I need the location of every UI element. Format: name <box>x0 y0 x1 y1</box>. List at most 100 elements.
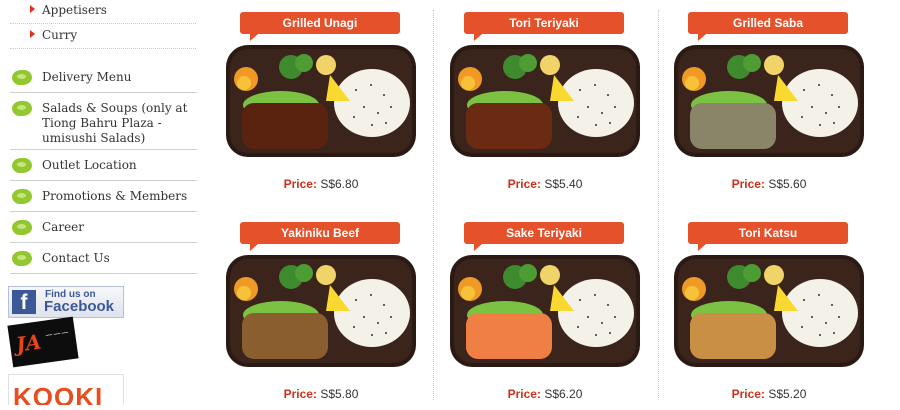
tamago-centre <box>685 286 699 300</box>
broccoli <box>295 54 313 72</box>
tamago-centre <box>461 286 475 300</box>
rice <box>782 69 858 137</box>
price-row: Price: S$6.80 <box>226 177 416 191</box>
leaf-icon <box>12 158 32 173</box>
price-label: Price: <box>507 387 541 401</box>
price-row: Price: S$6.20 <box>450 387 640 401</box>
bento-photo[interactable] <box>226 45 416 157</box>
kooki-logo-text: KOOKI <box>13 382 103 405</box>
ja-logo-link[interactable]: JA ーーー <box>7 316 79 368</box>
main-protein <box>690 103 776 149</box>
main-protein <box>242 103 328 149</box>
sidebar-item-promotions-members[interactable]: Promotions & Members <box>10 181 197 212</box>
sidebar-item-delivery-menu[interactable]: Delivery Menu <box>10 62 197 93</box>
corn-salad <box>540 55 560 75</box>
price-row: Price: S$5.80 <box>226 387 416 401</box>
main-protein <box>242 313 328 359</box>
sidebar-item-label: Delivery Menu <box>42 70 132 84</box>
price-label: Price: <box>731 387 765 401</box>
kooki-logo-part: KOOKI <box>13 382 104 405</box>
sidebar-item-label: Promotions & Members <box>42 189 188 203</box>
bento-photo[interactable] <box>450 255 640 367</box>
corn-salad <box>764 265 784 285</box>
rice <box>782 279 858 347</box>
column-divider <box>658 10 659 400</box>
price-label: Price: <box>283 177 317 191</box>
sidebar-item-career[interactable]: Career <box>10 212 197 243</box>
sidebar-subitem-appetisers[interactable]: Appetisers <box>10 0 196 24</box>
arrow-bullet-icon <box>30 30 35 38</box>
product-card[interactable]: Grilled Unagi Price: S$6.80 <box>226 0 416 200</box>
broccoli <box>519 264 537 282</box>
broccoli <box>743 54 761 72</box>
price-row: Price: S$5.40 <box>450 177 640 191</box>
price-row: Price: S$5.60 <box>674 177 864 191</box>
tamago-centre <box>461 76 475 90</box>
rice <box>558 279 634 347</box>
price-label: Price: <box>283 387 317 401</box>
product-name-tag: Yakiniku Beef <box>240 222 400 251</box>
product-card[interactable]: Yakiniku Beef Price: S$5.80 <box>226 210 416 410</box>
corn-salad <box>764 55 784 75</box>
bento-photo[interactable] <box>674 255 864 367</box>
facebook-icon: f <box>12 290 36 314</box>
rice <box>334 69 410 137</box>
price-value: S$6.20 <box>544 387 583 401</box>
leaf-icon <box>12 220 32 235</box>
tamago-centre <box>685 76 699 90</box>
bento-photo[interactable] <box>226 255 416 367</box>
leaf-icon <box>12 189 32 204</box>
sidebar-subitem-label: Curry <box>42 28 78 42</box>
sidebar-item-label: Contact Us <box>42 251 110 265</box>
price-label: Price: <box>507 177 541 191</box>
kooki-logo-link[interactable]: KOOKI <box>8 374 124 405</box>
product-name-tag: Tori Katsu <box>688 222 848 251</box>
price-value: S$5.80 <box>320 387 359 401</box>
arrow-bullet-icon <box>30 5 35 13</box>
sidebar-subitem-curry[interactable]: Curry <box>10 24 196 49</box>
sidebar: Appetisers Curry Delivery Menu Salads & … <box>0 0 205 405</box>
price-value: S$6.80 <box>320 177 359 191</box>
product-name-tag: Tori Teriyaki <box>464 12 624 41</box>
sidebar-item-outlet-location[interactable]: Outlet Location <box>10 150 197 181</box>
leaf-icon <box>12 101 32 116</box>
column-divider <box>433 10 434 400</box>
bento-photo[interactable] <box>674 45 864 157</box>
product-name-tag: Grilled Saba <box>688 12 848 41</box>
product-card[interactable]: Tori Teriyaki Price: S$5.40 <box>450 0 640 200</box>
price-value: S$5.40 <box>544 177 583 191</box>
leaf-icon <box>12 70 32 85</box>
ja-logo-text: JA <box>14 329 43 357</box>
product-name-tag: Sake Teriyaki <box>464 222 624 251</box>
sidebar-item-label: Outlet Location <box>42 158 137 172</box>
broccoli <box>295 264 313 282</box>
sidebar-item-salads-soups[interactable]: Salads & Soups (only at Tiong Bahru Plaz… <box>10 93 197 150</box>
facebook-label: Facebook <box>44 298 115 315</box>
corn-salad <box>316 55 336 75</box>
main-protein <box>690 313 776 359</box>
product-name-tag: Grilled Unagi <box>240 12 400 41</box>
sidebar-item-label: Career <box>42 220 85 234</box>
bento-photo[interactable] <box>450 45 640 157</box>
rice <box>558 69 634 137</box>
tamago-centre <box>237 76 251 90</box>
product-card[interactable]: Tori Katsu Price: S$5.20 <box>674 210 864 410</box>
main-protein <box>466 103 552 149</box>
ja-logo-decoration: ーーー <box>44 328 70 341</box>
product-card[interactable]: Sake Teriyaki Price: S$6.20 <box>450 210 640 410</box>
price-row: Price: S$5.20 <box>674 387 864 401</box>
sidebar-subitem-label: Appetisers <box>42 3 107 17</box>
broccoli <box>743 264 761 282</box>
leaf-icon <box>12 251 32 266</box>
price-value: S$5.20 <box>768 387 807 401</box>
corn-salad <box>540 265 560 285</box>
price-label: Price: <box>731 177 765 191</box>
product-card[interactable]: Grilled Saba Price: S$5.60 <box>674 0 864 200</box>
tamago-centre <box>237 286 251 300</box>
sidebar-item-contact-us[interactable]: Contact Us <box>10 243 197 274</box>
price-value: S$5.60 <box>768 177 807 191</box>
facebook-button[interactable]: f Find us on Facebook <box>8 286 124 318</box>
rice <box>334 279 410 347</box>
sidebar-item-label: Salads & Soups (only at Tiong Bahru Plaz… <box>42 101 188 145</box>
broccoli <box>519 54 537 72</box>
